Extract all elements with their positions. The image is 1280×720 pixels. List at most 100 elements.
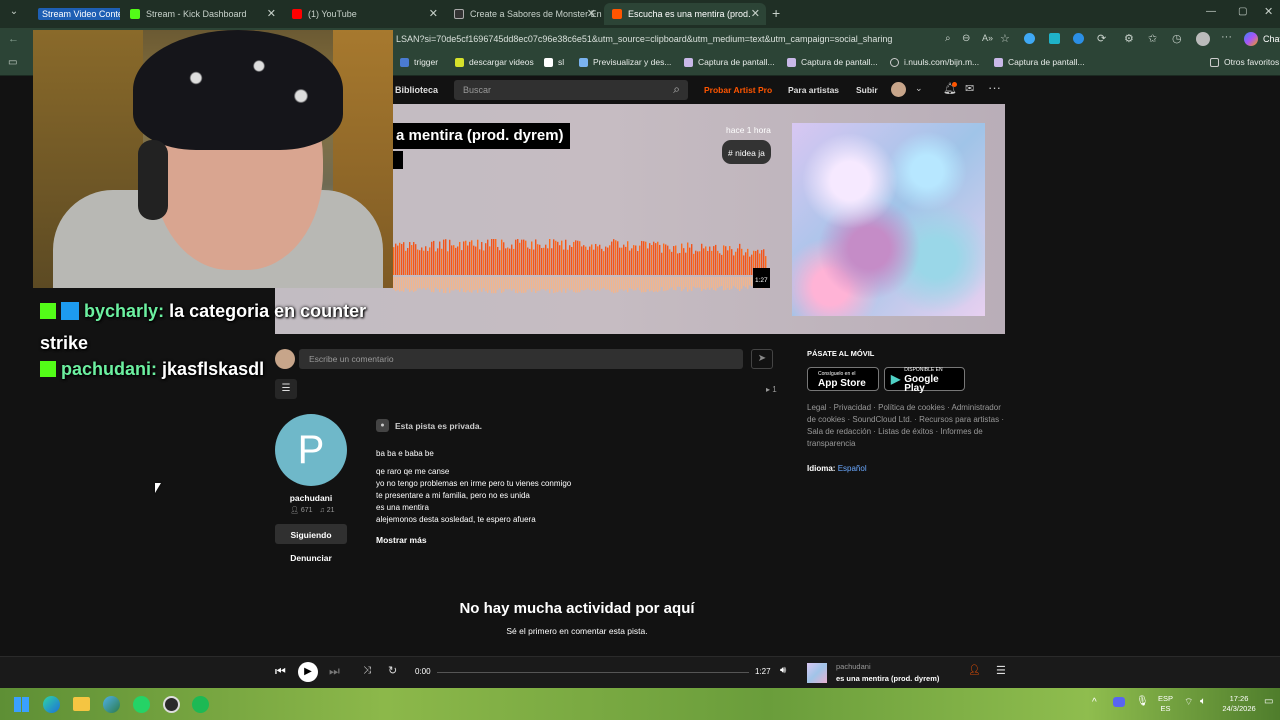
tab-monster[interactable]: Create a Sabores de Monster Ener ✕ (446, 3, 602, 25)
waveform-bar-reflection (527, 277, 529, 290)
tab-stream-video-content[interactable]: Stream Video Content (30, 3, 120, 25)
spotify-icon[interactable] (192, 696, 209, 713)
queue-icon[interactable]: ☰ (996, 664, 1006, 677)
search-page-icon[interactable]: ⌕ (945, 33, 951, 44)
close-window-icon[interactable]: ✕ (1264, 5, 1273, 18)
waveform[interactable] (393, 237, 768, 295)
volume-icon[interactable]: 🔊︎ (780, 665, 786, 676)
waveform-bar (729, 246, 731, 275)
read-aloud-icon[interactable]: A» (982, 33, 993, 43)
minimize-icon[interactable]: — (1206, 6, 1216, 17)
history-icon[interactable]: ◷ (1172, 32, 1182, 45)
artist-avatar[interactable]: P (275, 414, 347, 486)
now-playing-artist[interactable]: pachudani (836, 662, 871, 671)
tab-soundcloud[interactable]: Escucha es una mentira (prod. dyr ✕ (604, 3, 766, 25)
more-options-icon[interactable]: ··· (988, 80, 1001, 95)
speaker-icon[interactable]: 🔈︎ (1200, 696, 1206, 707)
zoom-icon[interactable]: ⊖ (962, 33, 970, 44)
repost-count[interactable]: ▸ 1 (766, 385, 777, 394)
browser-icon[interactable] (103, 696, 120, 713)
follow-user-icon[interactable]: 👤︎ (968, 665, 981, 676)
file-explorer-icon[interactable] (73, 697, 90, 711)
tray-chevron-icon[interactable]: ^ (1092, 697, 1097, 708)
tab-kick-dashboard[interactable]: Stream - Kick Dashboard ✕ (122, 3, 282, 25)
bookmark-sl[interactable]: sl (544, 57, 564, 67)
maximize-icon[interactable]: ▢ (1238, 6, 1247, 17)
copilot-button[interactable]: Chat (1244, 32, 1280, 46)
extension-icon[interactable]: ⟳ (1097, 32, 1106, 45)
new-tab-icon[interactable]: + (772, 5, 780, 21)
edge-icon[interactable] (43, 696, 60, 713)
profile-avatar[interactable] (1196, 32, 1210, 46)
mic-tray-icon[interactable]: 🎙︎ (1136, 696, 1149, 707)
for-artists-link[interactable]: Para artistas (788, 85, 839, 95)
start-icon[interactable] (14, 697, 29, 712)
now-playing-title[interactable]: es una mentira (prod. dyrem) (836, 674, 939, 683)
bookmark-previsualizar[interactable]: Previsualizar y des... (579, 57, 671, 67)
close-tab-icon[interactable]: ✕ (267, 7, 276, 20)
google-play-button[interactable]: ▶ DISPONIBLE EN Google Play (884, 367, 965, 393)
more-menu-icon[interactable]: ··· (1221, 31, 1232, 43)
other-bookmarks[interactable]: Otros favoritos (1210, 57, 1279, 67)
repeat-icon[interactable]: ↻ (388, 664, 397, 677)
wifi-icon[interactable]: ⌔ (1184, 696, 1193, 709)
search-icon[interactable]: ⌕ (673, 82, 680, 97)
upload-link[interactable]: Subir (856, 85, 878, 95)
track-tag[interactable]: # nidea ja (722, 140, 771, 164)
close-tab-icon[interactable]: ✕ (587, 7, 596, 20)
progress-track[interactable] (437, 672, 749, 673)
discord-tray-icon[interactable] (1113, 697, 1125, 707)
bookmark-trigger[interactable]: trigger (400, 57, 438, 67)
language-selector[interactable]: Idioma: Español (807, 464, 867, 473)
footer-links[interactable]: Legal · Privacidad · Política de cookies… (807, 402, 1005, 450)
bookmark-nuuls[interactable]: i.nuuls.com/bijn.m... (890, 57, 979, 67)
filter-icon[interactable]: ☰ (275, 379, 297, 399)
notification-center-icon[interactable]: ▭ (1264, 696, 1273, 707)
show-more-link[interactable]: Mostrar más (376, 535, 427, 545)
now-playing-art[interactable] (807, 663, 827, 683)
nav-library[interactable]: Biblioteca (395, 85, 438, 95)
artist-name[interactable]: pachudani (275, 493, 347, 503)
close-tab-icon[interactable]: ✕ (751, 7, 760, 20)
messages-icon[interactable]: ✉ (965, 82, 974, 95)
extensions-puzzle-icon[interactable]: ⚙ (1124, 32, 1134, 45)
footer-text[interactable]: Legal · Privacidad · Política de cookies… (807, 403, 1004, 448)
clock[interactable]: 17:26 24/3/2026 (1220, 694, 1258, 714)
next-icon[interactable]: ⏭ (329, 664, 340, 679)
extension-icon[interactable] (1024, 33, 1035, 44)
collections-icon[interactable]: ✩ (1148, 32, 1157, 45)
send-comment-icon[interactable]: ➤ (751, 349, 773, 369)
url-field[interactable]: LSAN?si=70de5cf1696745dd8ec07c96e38c6e51… (393, 31, 1023, 49)
waveform-bar-reflection (515, 277, 517, 293)
tab-youtube[interactable]: (1) YouTube ✕ (284, 3, 444, 25)
extension-icon[interactable] (1049, 33, 1060, 44)
favorite-star-icon[interactable]: ☆ (1000, 32, 1010, 45)
bookmark-captura-2[interactable]: Captura de pantall... (787, 57, 878, 67)
tab-label: Escucha es una mentira (prod. dyr (628, 9, 750, 19)
whatsapp-icon[interactable] (133, 696, 150, 713)
bookmark-descargar[interactable]: descargar videos (455, 57, 534, 67)
sidebar-toggle-icon[interactable]: ▭ (8, 57, 17, 68)
shuffle-icon[interactable]: ⤨ (363, 665, 371, 676)
play-button[interactable]: ▶ (298, 662, 318, 682)
user-avatar[interactable] (891, 82, 906, 97)
back-icon[interactable]: ← (8, 33, 19, 45)
search-input[interactable]: Buscar ⌕ (454, 80, 688, 100)
language-indicator[interactable]: ESP ES (1158, 694, 1173, 714)
waveform-bar-reflection (425, 277, 427, 290)
bookmark-captura-3[interactable]: Captura de pantall... (994, 57, 1085, 67)
previous-icon[interactable]: ⏮ (275, 664, 286, 679)
obs-icon[interactable] (163, 696, 180, 713)
waveform-bar (563, 249, 565, 275)
waveform-bar-reflection (399, 277, 401, 292)
app-store-button[interactable]: Consíguelo en el App Store (807, 367, 879, 391)
extension-icon[interactable] (1073, 33, 1084, 44)
report-link[interactable]: Denunciar (275, 553, 347, 563)
tab-actions-icon[interactable]: ⌄ (6, 6, 22, 22)
following-button[interactable]: Siguiendo (275, 524, 347, 544)
language-value[interactable]: Español (838, 464, 867, 473)
try-artist-pro-link[interactable]: Probar Artist Pro (704, 85, 772, 95)
chevron-down-icon[interactable]: ⌄ (915, 83, 923, 94)
bookmark-captura-1[interactable]: Captura de pantall... (684, 57, 775, 67)
close-tab-icon[interactable]: ✕ (429, 7, 438, 20)
